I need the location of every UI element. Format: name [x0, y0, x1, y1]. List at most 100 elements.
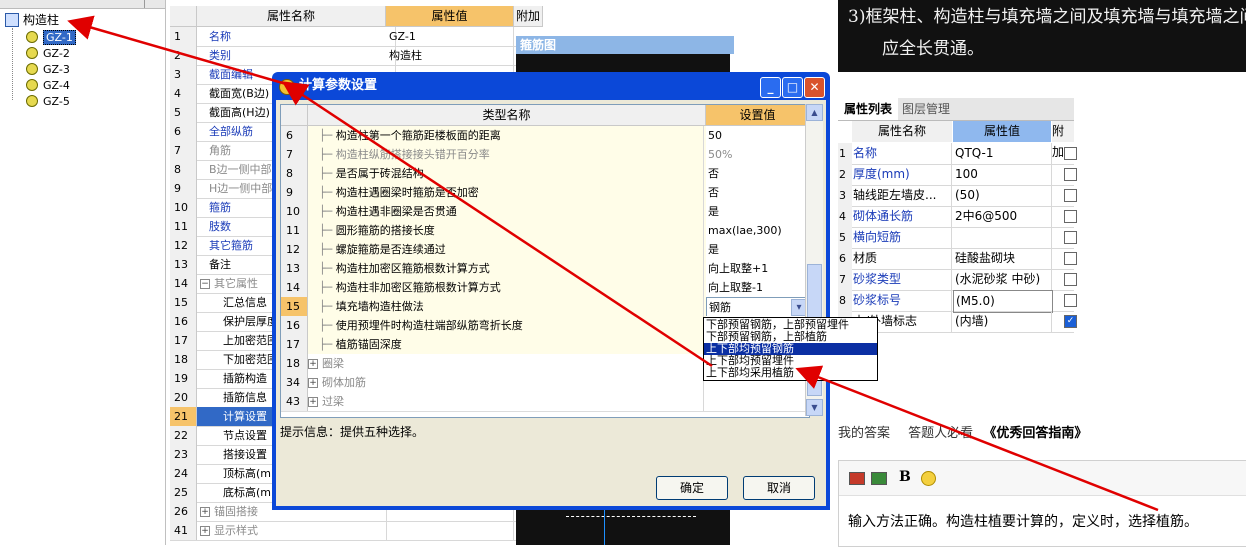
- calc-param-name-cell: ├─ 是否属于砖混结构: [308, 164, 704, 183]
- calc-param-row[interactable]: 6 ├─ 构造柱第一个箍筋距楼板面的距离 50: [281, 126, 809, 146]
- calc-param-row[interactable]: 7 ├─ 构造柱纵筋搭接接头错开百分率 50%: [281, 145, 809, 165]
- insert-image-icon[interactable]: [871, 472, 887, 485]
- tree-item-gz-5[interactable]: GZ-5: [26, 93, 70, 109]
- expand-icon[interactable]: +: [308, 378, 318, 388]
- tree-root[interactable]: 构造柱: [5, 12, 59, 28]
- wall-prop-row[interactable]: 8 砂浆标号 (M5.0): [838, 290, 1077, 313]
- tree-item-gz-4[interactable]: GZ-4: [26, 77, 70, 93]
- wall-prop-row[interactable]: 4 砌体通长筋 2中6@500: [838, 206, 1077, 228]
- calc-param-name: 构造柱非加密区箍筋根数计算方式: [335, 281, 501, 294]
- wall-prop-number: 1: [838, 143, 852, 164]
- tree-branch-icon: ├─: [308, 167, 336, 180]
- dropdown-option[interactable]: 上下部均采用植筋: [704, 367, 877, 379]
- wall-prop-value[interactable]: QTQ-1: [953, 143, 1052, 164]
- wall-prop-row[interactable]: 3 轴线距左墙皮... (50): [838, 185, 1077, 207]
- calc-param-row[interactable]: 9 ├─ 构造柱遇圈梁时箍筋是否加密否: [281, 183, 809, 203]
- calc-param-value[interactable]: 向上取整+1: [706, 259, 808, 278]
- tree-branch-icon: ├─: [308, 129, 336, 142]
- collapse-icon[interactable]: −: [200, 279, 210, 289]
- wall-prop-value[interactable]: [953, 227, 1052, 248]
- calc-param-value[interactable]: 50%: [706, 145, 808, 164]
- expand-icon[interactable]: +: [308, 359, 318, 369]
- calc-param-row[interactable]: 8 ├─ 是否属于砖混结构否: [281, 164, 809, 184]
- calc-param-row[interactable]: 13 ├─ 构造柱加密区箍筋根数计算方式 向上取整+1: [281, 259, 809, 279]
- wall-prop-checkbox[interactable]: [1064, 273, 1077, 286]
- wall-prop-checkbox[interactable]: [1064, 252, 1077, 265]
- calc-param-value[interactable]: 向上取整-1: [706, 278, 808, 297]
- wall-prop-checkbox[interactable]: [1064, 168, 1077, 181]
- calc-param-group-cell: + 过梁: [308, 392, 704, 411]
- prop-row-number: 19: [170, 369, 197, 388]
- wall-prop-value[interactable]: 硅酸盐砌块: [953, 248, 1052, 269]
- expand-icon[interactable]: +: [200, 507, 210, 517]
- calc-param-value[interactable]: 是: [706, 202, 808, 221]
- prop-row-value[interactable]: [386, 521, 514, 540]
- prop-row-value[interactable]: GZ-1: [386, 27, 514, 46]
- image-icon[interactable]: [849, 472, 865, 485]
- calc-param-row[interactable]: 12 ├─ 螺旋箍筋是否连续通过是: [281, 240, 809, 260]
- tree-item-gz-2[interactable]: GZ-2: [26, 45, 70, 61]
- wall-prop-value[interactable]: (50): [953, 185, 1052, 206]
- prop-row-name: 保护层厚度: [223, 315, 278, 328]
- calc-param-row[interactable]: 11 ├─ 圆形箍筋的搭接长度 max(lae,300): [281, 221, 809, 241]
- wall-prop-row[interactable]: 2 厚度(mm) 100: [838, 164, 1077, 186]
- calc-param-value[interactable]: 50: [706, 126, 808, 145]
- expand-icon[interactable]: +: [308, 397, 318, 407]
- calc-param-value[interactable]: max(lae,300): [706, 221, 808, 240]
- scroll-down-icon[interactable]: ▼: [806, 399, 823, 416]
- wall-prop-name: 轴线距左墙皮...: [852, 185, 952, 206]
- tab-property-list[interactable]: 属性列表: [838, 98, 899, 120]
- tab-layer-manager[interactable]: 图层管理: [896, 98, 956, 120]
- tree-item-gz-1[interactable]: GZ-1: [26, 29, 76, 45]
- tree-search-icon[interactable]: [144, 0, 165, 8]
- calc-param-row[interactable]: 14 ├─ 构造柱非加密区箍筋根数计算方式 向上取整-1: [281, 278, 809, 298]
- wall-prop-extra-header: 附加: [1052, 121, 1074, 159]
- prop-row-name: 搭接设置: [223, 448, 267, 461]
- cancel-button[interactable]: 取消: [743, 476, 815, 500]
- prop-row[interactable]: 1 名称 GZ-1: [170, 27, 542, 47]
- ok-button[interactable]: 确定: [656, 476, 728, 500]
- maximize-icon[interactable]: □: [782, 77, 803, 98]
- wall-prop-checkbox[interactable]: [1064, 147, 1077, 160]
- close-icon[interactable]: ✕: [804, 77, 825, 98]
- wall-prop-row[interactable]: 1 名称 QTQ-1: [838, 143, 1077, 165]
- calc-param-row[interactable]: 15 ├─ 填充墙构造柱做法 钢筋 ▾: [281, 297, 809, 318]
- wall-prop-checkbox[interactable]: [1064, 294, 1077, 307]
- bold-button[interactable]: B: [899, 469, 911, 485]
- tree-item-gz-3[interactable]: GZ-3: [26, 61, 70, 77]
- wall-prop-checkbox[interactable]: ✓: [1064, 315, 1077, 328]
- wall-prop-row[interactable]: 7 砂浆类型 (水泥砂浆 中砂): [838, 269, 1077, 291]
- calc-param-value[interactable]: 否: [706, 164, 808, 183]
- infill-method-dropdown-list[interactable]: 下部预留钢筋，上部预留埋件 下部预留钢筋，上部植筋 上下部均预留钢筋 上下部均预留埋件…: [703, 317, 878, 381]
- expand-icon[interactable]: +: [200, 526, 210, 536]
- row-num-header: [170, 6, 197, 27]
- wall-prop-checkbox[interactable]: [1064, 189, 1077, 202]
- wall-prop-number: 7: [838, 269, 852, 290]
- prop-row-name: 备注: [209, 258, 231, 271]
- wall-prop-value[interactable]: (内墙): [953, 311, 1052, 332]
- wall-prop-value[interactable]: 100: [953, 164, 1052, 185]
- calc-param-value[interactable]: 否: [706, 183, 808, 202]
- scroll-up-icon[interactable]: ▲: [806, 104, 823, 121]
- wall-prop-value[interactable]: (M5.0): [953, 290, 1053, 313]
- wall-prop-number: 4: [838, 206, 852, 227]
- calc-param-group-row[interactable]: 43 + 过梁: [281, 392, 809, 412]
- calc-param-row[interactable]: 10 ├─ 构造柱遇非圈梁是否贯通是: [281, 202, 809, 222]
- minimize-icon[interactable]: _: [760, 77, 781, 98]
- wall-prop-checkbox[interactable]: [1064, 231, 1077, 244]
- prop-row[interactable]: 41 + 显示样式: [170, 521, 542, 541]
- wall-prop-row[interactable]: 6 材质 硅酸盐砌块: [838, 248, 1077, 270]
- guide-link[interactable]: 《优秀回答指南》: [983, 426, 1087, 441]
- wall-prop-checkbox[interactable]: [1064, 210, 1077, 223]
- calc-param-value[interactable]: 钢筋 ▾: [706, 297, 809, 318]
- dialog-titlebar[interactable]: 计算参数设置 _ □ ✕: [272, 72, 830, 100]
- emoji-icon[interactable]: [921, 471, 936, 486]
- wall-prop-value[interactable]: (水泥砂浆 中砂): [953, 269, 1052, 290]
- wall-prop-value[interactable]: 2中6@500: [953, 206, 1052, 227]
- prop-row-value[interactable]: 构造柱: [386, 46, 514, 65]
- wall-prop-row[interactable]: 5 横向短筋: [838, 227, 1077, 249]
- prop-row[interactable]: 2 类别 构造柱: [170, 46, 542, 66]
- calc-param-value[interactable]: 是: [706, 240, 808, 259]
- answer-editor[interactable]: B 输入方法正确。构造柱植要计算的，定义时，选择植筋。: [838, 460, 1246, 547]
- prop-row-name: 下加密范围: [223, 353, 278, 366]
